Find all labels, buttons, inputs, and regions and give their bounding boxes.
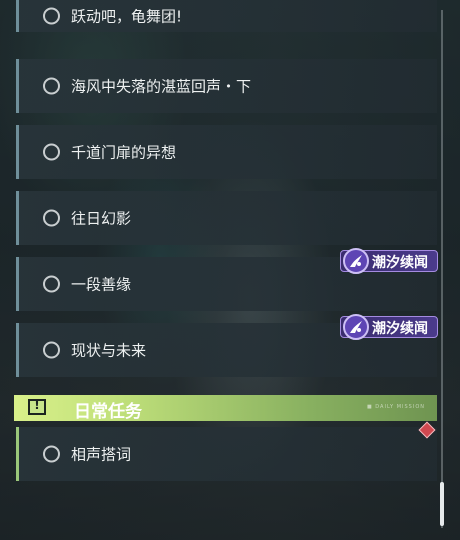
exclamation-icon (28, 398, 46, 415)
quest-title: 一段善缘 (71, 275, 132, 294)
quest-status-circle-icon (43, 275, 60, 293)
quest-status-circle-icon (43, 341, 60, 359)
daily-quest-item[interactable]: 相声搭词 (16, 427, 437, 481)
quest-title: 海风中失落的湛蓝回声・下 (71, 77, 252, 96)
quest-status-circle-icon (43, 77, 60, 95)
quest-item[interactable]: 千道门扉的异想 (16, 125, 437, 179)
quest-title: 跃动吧，龟舞团! (71, 7, 183, 26)
section-title: 日常任务 (74, 402, 142, 422)
quest-status-circle-icon (43, 143, 60, 161)
tag-label: 潮汐续闻 (372, 321, 428, 337)
tide-chronicle-tag: 潮汐续闻 (340, 314, 438, 340)
tide-chronicle-tag: 潮汐续闻 (340, 248, 438, 274)
quest-item[interactable]: 跃动吧，龟舞团! (16, 0, 437, 32)
scrollbar-track[interactable] (441, 10, 443, 528)
quest-title: 千道门扉的异想 (71, 143, 177, 162)
quest-title: 现状与未来 (71, 341, 147, 360)
quest-title: 往日幻影 (71, 209, 132, 228)
scrollbar-thumb[interactable] (440, 482, 444, 526)
quest-title: 相声搭词 (71, 445, 132, 464)
quest-status-circle-icon (43, 209, 60, 227)
tag-label: 潮汐续闻 (372, 255, 428, 271)
section-decoration: ■ DAILY MISSION (366, 404, 425, 410)
daily-missions-header[interactable]: 日常任务 ■ DAILY MISSION (14, 395, 437, 422)
tide-emblem-icon (343, 248, 369, 274)
quest-item[interactable]: 往日幻影 (16, 191, 437, 245)
quest-status-circle-icon (43, 445, 60, 463)
quest-status-circle-icon (43, 7, 60, 25)
quest-item[interactable]: 海风中失落的湛蓝回声・下 (16, 59, 437, 113)
tide-emblem-icon (343, 314, 369, 340)
